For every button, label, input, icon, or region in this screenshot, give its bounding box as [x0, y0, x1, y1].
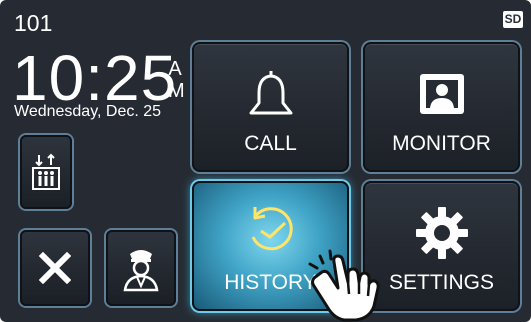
elevator-button[interactable] — [20, 135, 72, 209]
clock-time: 10:25 — [12, 42, 178, 114]
clock-date: Wednesday, Dec. 25 — [14, 103, 162, 120]
unit-number: 101 — [14, 10, 53, 36]
am-pm-indicator: A M — [168, 58, 185, 102]
call-label: CALL — [244, 132, 297, 155]
close-icon — [39, 252, 71, 284]
pointing-hand-icon — [308, 249, 380, 322]
gear-icon — [415, 207, 468, 259]
guard-icon — [123, 250, 159, 292]
elevator-icon — [32, 153, 60, 190]
portrait-icon — [419, 74, 464, 114]
am-letter-m: M — [168, 80, 185, 102]
close-button[interactable] — [20, 230, 90, 306]
intercom-screen: 101 SD 10:25 A M Wednesday, Dec. 25 CALL… — [0, 0, 531, 322]
monitor-label: MONITOR — [392, 132, 491, 155]
sd-card-badge: SD — [503, 11, 523, 28]
guard-button[interactable] — [106, 230, 176, 306]
am-letter-a: A — [168, 58, 182, 80]
monitor-button[interactable]: MONITOR — [363, 42, 520, 172]
bell-icon — [249, 71, 292, 115]
history-icon — [251, 207, 293, 251]
call-button[interactable]: CALL — [192, 42, 349, 172]
